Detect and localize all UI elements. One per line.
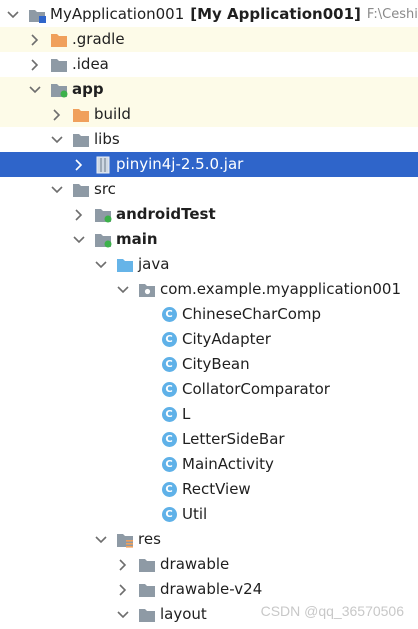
chevron-down-icon[interactable] <box>116 283 130 297</box>
project-tree: MyApplication001 [My Application001] F:\… <box>0 0 418 629</box>
tree-row-src[interactable]: src <box>0 177 418 202</box>
class-label: L <box>182 405 191 423</box>
chevron-right-icon[interactable] <box>116 583 130 597</box>
tree-row-build[interactable]: build <box>0 102 418 127</box>
chevron-down-icon[interactable] <box>28 83 42 97</box>
tree-row-package[interactable]: com.example.myapplication001 <box>0 277 418 302</box>
chevron-down-icon[interactable] <box>6 8 20 22</box>
folder-label: res <box>138 530 161 548</box>
folder-label: drawable <box>160 555 230 573</box>
package-folder-icon <box>138 281 156 299</box>
jar-label: pinyin4j-2.5.0.jar <box>116 155 244 173</box>
folder-label: build <box>94 105 131 123</box>
tree-row-class[interactable]: C L <box>0 402 418 427</box>
chevron-down-icon[interactable] <box>72 233 86 247</box>
folder-icon <box>72 181 90 199</box>
class-icon: C <box>160 381 178 399</box>
package-label: com.example.myapplication001 <box>160 280 401 298</box>
class-label: ChineseCharComp <box>182 305 322 323</box>
module-folder-icon <box>94 206 112 224</box>
class-icon: C <box>160 481 178 499</box>
chevron-down-icon[interactable] <box>116 608 130 622</box>
chevron-right-icon[interactable] <box>28 33 42 47</box>
folder-icon <box>72 131 90 149</box>
folder-label: main <box>116 230 158 248</box>
tree-row-class[interactable]: C CityBean <box>0 352 418 377</box>
tree-row-libs[interactable]: libs <box>0 127 418 152</box>
chevron-right-icon[interactable] <box>72 158 86 172</box>
class-label: LetterSideBar <box>182 430 285 448</box>
root-project-name: MyApplication001 <box>50 5 185 23</box>
module-folder-icon <box>94 231 112 249</box>
tree-row-gradle[interactable]: .gradle <box>0 27 418 52</box>
tree-row-class[interactable]: C ChineseCharComp <box>0 302 418 327</box>
class-label: Util <box>182 505 208 523</box>
module-label: app <box>72 80 104 98</box>
class-icon: C <box>160 506 178 524</box>
folder-label: .idea <box>72 55 109 73</box>
chevron-right-icon[interactable] <box>50 108 64 122</box>
root-path: F:\Ceshi\ <box>366 7 418 22</box>
jar-file-icon <box>94 156 112 174</box>
folder-label: src <box>94 180 116 198</box>
folder-label: libs <box>94 130 120 148</box>
class-icon: C <box>160 331 178 349</box>
tree-row-idea[interactable]: .idea <box>0 52 418 77</box>
class-icon: C <box>160 356 178 374</box>
excluded-folder-icon <box>72 106 90 124</box>
class-label: CityBean <box>182 355 250 373</box>
chevron-right-icon[interactable] <box>116 558 130 572</box>
tree-row-java[interactable]: java <box>0 252 418 277</box>
class-label: RectView <box>182 480 251 498</box>
tree-row-res[interactable]: res <box>0 527 418 552</box>
tree-row-app[interactable]: app <box>0 77 418 102</box>
class-icon: C <box>160 406 178 424</box>
folder-label: androidTest <box>116 205 216 223</box>
folder-icon <box>138 581 156 599</box>
tree-row-jar-selected[interactable]: pinyin4j-2.5.0.jar <box>0 152 418 177</box>
folder-label: drawable-v24 <box>160 580 263 598</box>
class-label: CollatorComparator <box>182 380 330 398</box>
tree-row-class[interactable]: C RectView <box>0 477 418 502</box>
source-folder-icon <box>116 256 134 274</box>
chevron-down-icon[interactable] <box>94 533 108 547</box>
module-folder-icon <box>28 6 46 24</box>
folder-icon <box>138 606 156 624</box>
chevron-right-icon[interactable] <box>28 58 42 72</box>
root-module-name: [My Application001] <box>190 5 361 23</box>
class-label: CityAdapter <box>182 330 271 348</box>
watermark: CSDN @qq_36570506 <box>260 603 404 619</box>
folder-icon <box>50 56 68 74</box>
class-label: MainActivity <box>182 455 274 473</box>
class-icon: C <box>160 431 178 449</box>
excluded-folder-icon <box>50 31 68 49</box>
tree-row-root[interactable]: MyApplication001 [My Application001] F:\… <box>0 2 418 27</box>
module-folder-icon <box>50 81 68 99</box>
tree-row-class[interactable]: C LetterSideBar <box>0 427 418 452</box>
folder-icon <box>138 556 156 574</box>
tree-row-androidtest[interactable]: androidTest <box>0 202 418 227</box>
folder-label: .gradle <box>72 30 125 48</box>
tree-row-class[interactable]: C MainActivity <box>0 452 418 477</box>
tree-row-drawable-v24[interactable]: drawable-v24 <box>0 577 418 602</box>
tree-row-drawable[interactable]: drawable <box>0 552 418 577</box>
chevron-right-icon[interactable] <box>72 208 86 222</box>
class-icon: C <box>160 456 178 474</box>
tree-row-main[interactable]: main <box>0 227 418 252</box>
chevron-down-icon[interactable] <box>94 258 108 272</box>
class-icon: C <box>160 306 178 324</box>
tree-row-class[interactable]: C Util <box>0 502 418 527</box>
folder-label: java <box>138 255 170 273</box>
resource-folder-icon <box>116 531 134 549</box>
chevron-down-icon[interactable] <box>50 183 64 197</box>
chevron-down-icon[interactable] <box>50 133 64 147</box>
tree-row-class[interactable]: C CityAdapter <box>0 327 418 352</box>
tree-row-class[interactable]: C CollatorComparator <box>0 377 418 402</box>
folder-label: layout <box>160 605 207 623</box>
